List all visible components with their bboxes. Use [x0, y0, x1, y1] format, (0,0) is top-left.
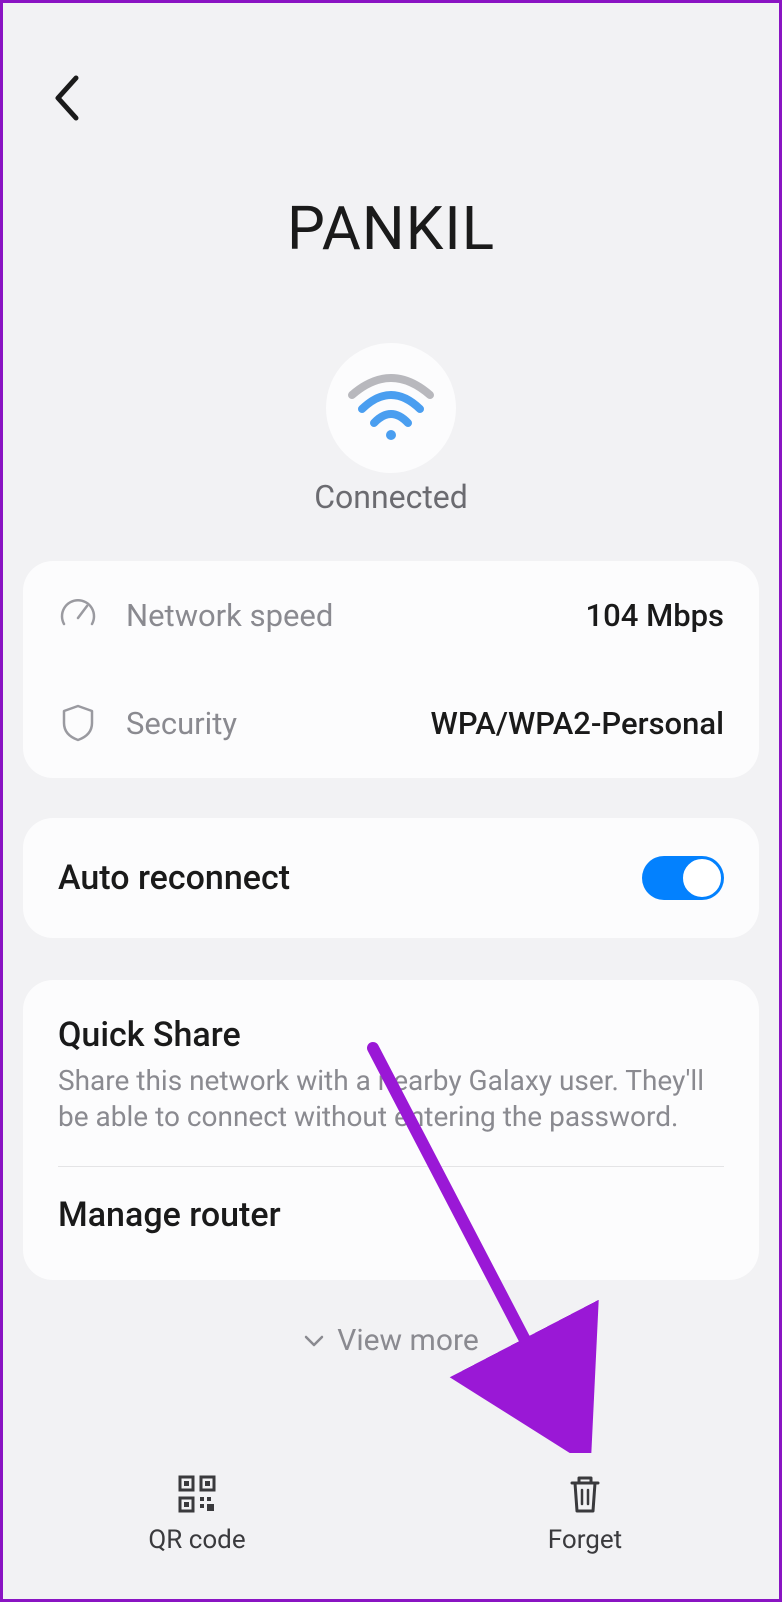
chevron-down-icon — [303, 1334, 325, 1348]
manage-router-row[interactable]: Manage router — [58, 1167, 724, 1263]
forget-button[interactable]: Forget — [391, 1459, 779, 1569]
forget-label: Forget — [548, 1525, 622, 1555]
speed-label: Network speed — [126, 597, 586, 634]
trash-icon — [566, 1473, 604, 1515]
view-more-label: View more — [337, 1323, 479, 1358]
security-value: WPA/WPA2-Personal — [431, 705, 724, 742]
wifi-status-icon-wrap — [326, 343, 456, 473]
view-more-button[interactable]: View more — [3, 1323, 779, 1358]
qr-code-label: QR code — [148, 1525, 245, 1555]
speedometer-icon — [58, 595, 98, 635]
qr-code-button[interactable]: QR code — [3, 1459, 391, 1569]
chevron-left-icon — [52, 74, 84, 122]
quick-share-title: Quick Share — [58, 1015, 724, 1055]
shield-icon — [58, 703, 98, 743]
network-speed-row: Network speed 104 Mbps — [58, 561, 724, 669]
auto-reconnect-toggle[interactable] — [642, 856, 724, 900]
options-card: Quick Share Share this network with a ne… — [23, 980, 759, 1280]
qr-code-icon — [176, 1473, 218, 1515]
auto-reconnect-label: Auto reconnect — [58, 858, 290, 898]
bottom-action-bar: QR code Forget — [3, 1459, 779, 1569]
toggle-knob — [682, 858, 722, 898]
network-name-title: PANKIL — [3, 193, 779, 264]
speed-value: 104 Mbps — [586, 597, 724, 634]
auto-reconnect-card[interactable]: Auto reconnect — [23, 818, 759, 938]
security-label: Security — [126, 705, 431, 742]
wifi-icon — [346, 373, 436, 443]
quick-share-description: Share this network with a nearby Galaxy … — [58, 1063, 724, 1136]
back-button[interactable] — [43, 73, 93, 123]
quick-share-row[interactable]: Quick Share Share this network with a ne… — [58, 1015, 724, 1136]
network-details-card: Network speed 104 Mbps Security WPA/WPA2… — [23, 561, 759, 778]
connection-status: Connected — [3, 478, 779, 516]
security-row: Security WPA/WPA2-Personal — [58, 669, 724, 777]
